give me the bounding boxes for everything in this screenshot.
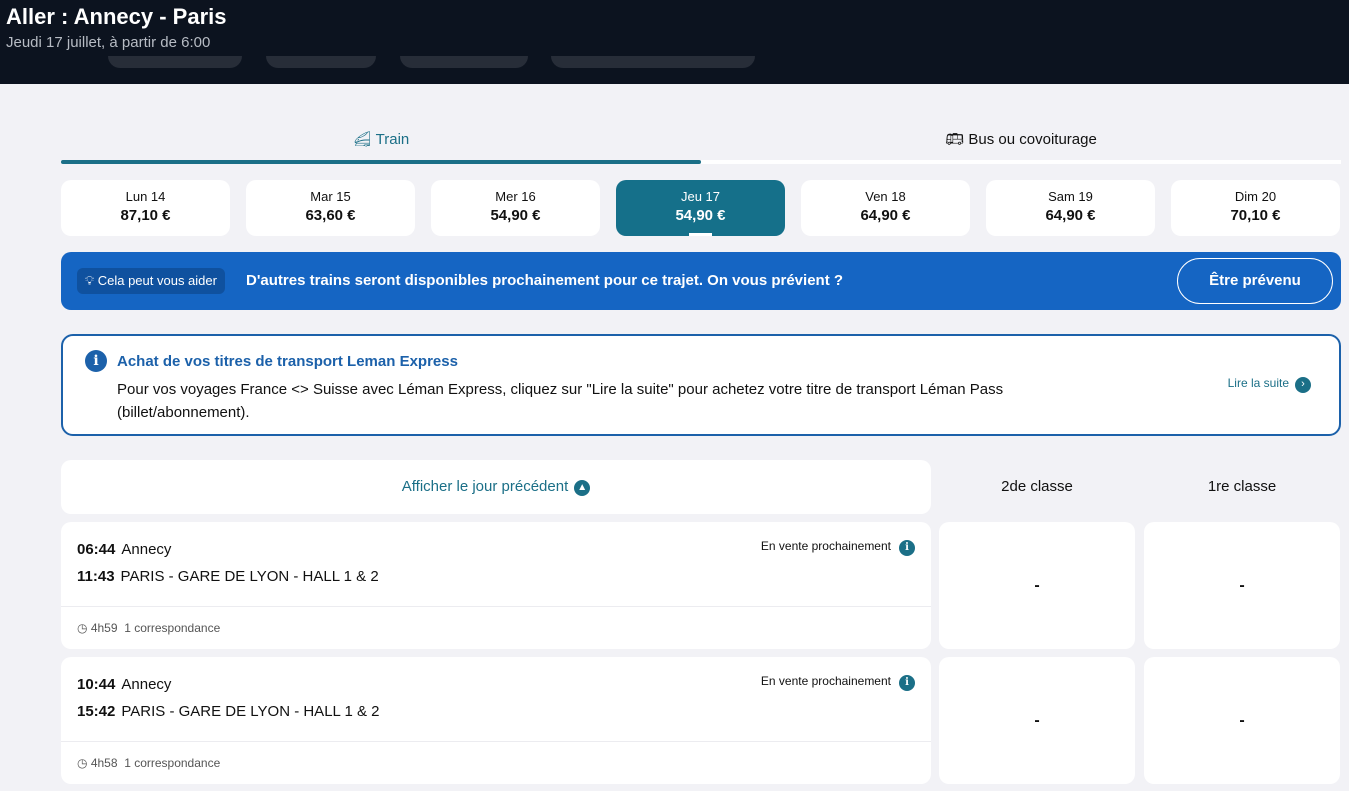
day-price: 64,90 €: [860, 207, 911, 224]
day-price: 63,60 €: [305, 207, 356, 224]
tab-label: Train: [375, 131, 410, 148]
info-box: i Achat de vos titres de transport Leman…: [61, 334, 1341, 436]
price-1st-class[interactable]: -: [1144, 522, 1340, 649]
previous-day-label: Afficher le jour précédent: [401, 478, 569, 495]
class2-header: 2de classe: [1001, 478, 1073, 495]
help-tag: 💡︎ Cela peut vous aider: [77, 268, 225, 294]
day-dim-20[interactable]: Dim 20 70,10 €: [1171, 180, 1340, 236]
price-1st-class[interactable]: -: [1144, 657, 1340, 784]
day-mar-15[interactable]: Mar 15 63,60 €: [246, 180, 415, 236]
date-selector: Lun 14 87,10 € Mar 15 63,60 € Mer 16 54,90 …: [61, 180, 1340, 236]
day-price: 54,90 €: [675, 207, 726, 224]
info-icon[interactable]: i: [899, 675, 915, 691]
sale-status-label: En vente prochainement: [760, 539, 891, 553]
tab-indicator: [61, 160, 701, 164]
day-sam-19[interactable]: Sam 19 64,90 €: [986, 180, 1155, 236]
trip-card[interactable]: 10:44 Annecy 15:42 PARIS - GARE DE LYON - …: [61, 657, 931, 784]
read-more-label: Lire la suite: [1227, 376, 1289, 390]
previous-day-button[interactable]: Afficher le jour précédent ▲: [61, 460, 931, 514]
sale-status: En vente prochainement i: [761, 674, 915, 691]
divider: [61, 741, 931, 742]
clock-icon: ◷: [77, 621, 91, 635]
chevron-up-icon: ▲: [574, 480, 591, 496]
day-jeu-17[interactable]: Jeu 17 54,90 €: [616, 180, 785, 236]
train-icon: 🚄︎: [352, 131, 376, 148]
arrival-station: PARIS - GARE DE LYON - HALL 1 & 2: [120, 568, 379, 585]
trip-card[interactable]: 06:44 Annecy 11:43 PARIS - GARE DE LYON - …: [61, 522, 931, 649]
banner-message: D'autres trains seront disponibles proch…: [246, 272, 844, 289]
departure-row: 10:44 Annecy: [77, 676, 171, 693]
day-price: 87,10 €: [120, 207, 171, 224]
sale-status: En vente prochainement i: [761, 539, 915, 556]
filter-pill[interactable]: [400, 56, 528, 68]
read-more-link[interactable]: Lire la suite ›: [1228, 376, 1311, 393]
connections: 1 correspondance: [124, 621, 221, 635]
departure-station: Annecy: [121, 676, 172, 693]
divider: [61, 606, 931, 607]
departure-time: 06:44: [77, 541, 116, 558]
arrival-row: 11:43 PARIS - GARE DE LYON - HALL 1 & 2: [77, 568, 379, 585]
arrival-time: 11:43: [77, 568, 115, 585]
notify-button[interactable]: Être prévenu: [1177, 258, 1333, 304]
chevron-right-icon: ›: [1295, 377, 1311, 393]
arrival-time: 15:42: [77, 703, 116, 720]
day-label: Sam 19: [1048, 189, 1093, 204]
filter-pill[interactable]: [266, 56, 376, 68]
day-label: Mer 16: [495, 189, 536, 204]
lightbulb-icon: 💡︎: [85, 273, 98, 288]
price-2nd-class[interactable]: -: [939, 522, 1135, 649]
day-price: 70,10 €: [1230, 207, 1281, 224]
departure-station: Annecy: [121, 541, 172, 558]
day-price: 64,90 €: [1045, 207, 1096, 224]
sale-status-label: En vente prochainement: [760, 674, 891, 688]
day-label: Ven 18: [865, 189, 906, 204]
tab-indicator: [701, 160, 1341, 164]
day-label: Jeu 17: [680, 189, 721, 204]
day-price: 54,90 €: [490, 207, 541, 224]
filter-pill[interactable]: [551, 56, 755, 68]
duration: 4h59: [90, 621, 118, 635]
bus-icon: 🚌︎: [945, 131, 969, 148]
tab-train[interactable]: 🚄︎ Train: [61, 126, 701, 164]
duration: 4h58: [90, 756, 118, 770]
filter-pill[interactable]: [108, 56, 242, 68]
page-subtitle: Jeudi 17 juillet, à partir de 6:00: [6, 34, 211, 51]
arrival-station: PARIS - GARE DE LYON - HALL 1 & 2: [121, 703, 380, 720]
day-label: Dim 20: [1234, 189, 1277, 204]
info-title: Achat de vos titres de transport Leman E…: [117, 353, 458, 370]
trip-details: ◷ 4h59 1 correspondance: [77, 621, 220, 635]
day-mer-16[interactable]: Mer 16 54,90 €: [431, 180, 600, 236]
day-label: Mar 15: [310, 189, 351, 204]
departure-time: 10:44: [77, 676, 116, 693]
tab-label: Bus ou covoiturage: [968, 131, 1097, 148]
trip-details: ◷ 4h58 1 correspondance: [77, 756, 220, 770]
departure-row: 06:44 Annecy: [77, 541, 171, 558]
info-icon[interactable]: i: [899, 540, 915, 556]
day-ven-18[interactable]: Ven 18 64,90 €: [801, 180, 970, 236]
connections: 1 correspondance: [124, 756, 221, 770]
header: Aller : Annecy - Paris Jeudi 17 juillet,…: [0, 0, 1349, 84]
alert-banner: 💡︎ Cela peut vous aider D'autres trains …: [61, 252, 1341, 310]
info-icon: i: [85, 350, 107, 372]
page-title: Aller : Annecy - Paris: [6, 4, 227, 29]
tab-bus[interactable]: 🚌︎ Bus ou covoiturage: [701, 126, 1341, 164]
clock-icon: ◷: [77, 756, 91, 770]
transport-tabs: 🚄︎ Train 🚌︎ Bus ou covoiturage: [61, 126, 1341, 164]
info-text: Pour vos voyages France <> Suisse avec L…: [117, 381, 1004, 421]
class1-header: 1re classe: [1207, 478, 1277, 495]
day-label: Lun 14: [125, 189, 166, 204]
day-lun-14[interactable]: Lun 14 87,10 €: [61, 180, 230, 236]
help-tag-label: Cela peut vous aider: [97, 273, 217, 288]
price-2nd-class[interactable]: -: [939, 657, 1135, 784]
arrival-row: 15:42 PARIS - GARE DE LYON - HALL 1 & 2: [77, 703, 380, 720]
